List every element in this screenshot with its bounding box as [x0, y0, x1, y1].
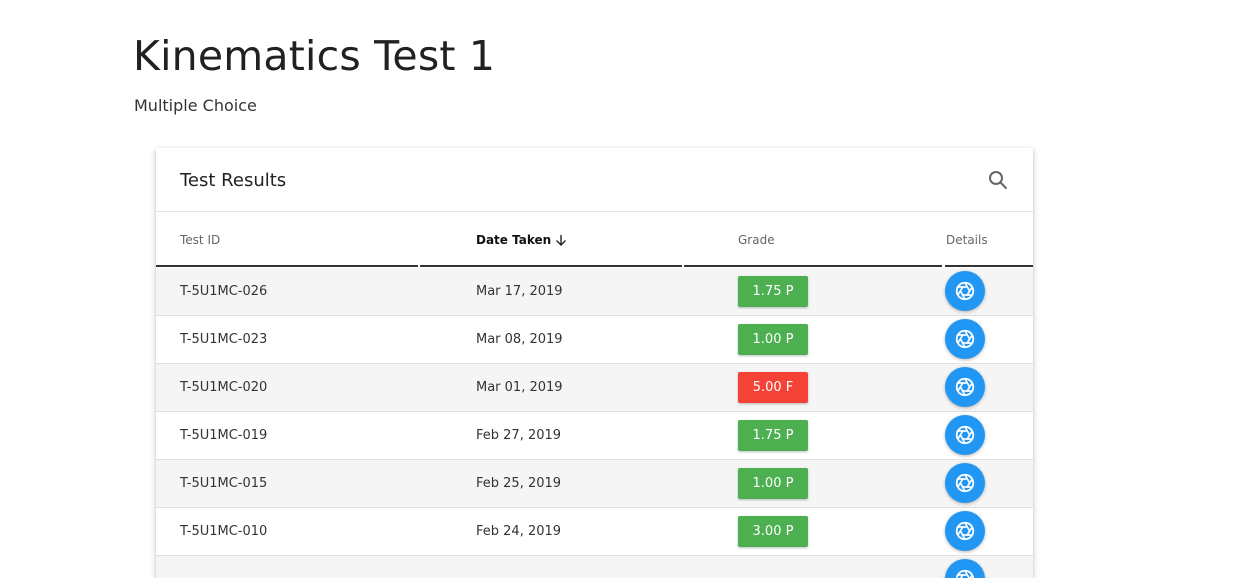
- test-results-card: Test Results Test ID Date Taken Grade De…: [156, 148, 1033, 578]
- column-divider: [945, 265, 1033, 267]
- column-divider: [420, 265, 682, 267]
- details-button[interactable]: [945, 367, 985, 407]
- date-taken-cell: Feb 25, 2019: [476, 476, 561, 492]
- page-subtitle: Multiple Choice: [134, 96, 257, 116]
- column-divider: [684, 265, 942, 267]
- aperture-icon: [954, 280, 976, 302]
- date-taken-cell: Feb 27, 2019: [476, 428, 561, 444]
- column-header-grade[interactable]: Grade: [738, 232, 775, 248]
- date-taken-cell: Mar 01, 2019: [476, 380, 563, 396]
- card-header: Test Results: [156, 148, 1033, 212]
- aperture-icon: [954, 328, 976, 350]
- column-header-label: Date Taken: [476, 233, 551, 247]
- aperture-icon: [954, 376, 976, 398]
- test-id-cell: T-5U1MC-026: [180, 284, 267, 300]
- grade-badge: 1.75 P: [738, 420, 808, 451]
- arrow-down-icon: [555, 234, 567, 246]
- aperture-icon: [954, 424, 976, 446]
- grade-badge: 3.00 P: [738, 516, 808, 547]
- search-icon: [986, 168, 1010, 192]
- details-button[interactable]: [945, 319, 985, 359]
- grade-badge: 5.00 F: [738, 372, 808, 403]
- test-id-cell: T-5U1MC-015: [180, 476, 267, 492]
- grade-badge: 1.00 P: [738, 468, 808, 499]
- grade-badge: 1.75 P: [738, 276, 808, 307]
- column-divider: [156, 265, 418, 267]
- details-button[interactable]: [945, 415, 985, 455]
- card-title: Test Results: [180, 170, 286, 192]
- details-button[interactable]: [945, 271, 985, 311]
- test-id-cell: T-5U1MC-010: [180, 524, 267, 540]
- test-id-cell: T-5U1MC-023: [180, 332, 267, 348]
- date-taken-cell: Mar 08, 2019: [476, 332, 563, 348]
- aperture-icon: [954, 568, 976, 578]
- aperture-icon: [954, 472, 976, 494]
- test-id-cell: T-5U1MC-019: [180, 428, 267, 444]
- table-row: T-5U1MC-010 Feb 24, 2019 3.00 P: [156, 508, 1033, 556]
- test-id-cell: T-5U1MC-020: [180, 380, 267, 396]
- table-row: T-5U1MC-023 Mar 08, 2019 1.00 P: [156, 316, 1033, 364]
- table-row: [156, 556, 1033, 578]
- date-taken-cell: Feb 24, 2019: [476, 524, 561, 540]
- table-header: Test ID Date Taken Grade Details: [156, 212, 1033, 267]
- table-row: T-5U1MC-015 Feb 25, 2019 1.00 P: [156, 460, 1033, 508]
- details-button[interactable]: [945, 511, 985, 551]
- table-body: T-5U1MC-026 Mar 17, 2019 1.75 P T-5U1MC-023…: [156, 268, 1033, 578]
- grade-badge: 1.00 P: [738, 324, 808, 355]
- details-button[interactable]: [945, 463, 985, 503]
- search-button[interactable]: [986, 168, 1010, 192]
- table-row: T-5U1MC-026 Mar 17, 2019 1.75 P: [156, 268, 1033, 316]
- table-row: T-5U1MC-019 Feb 27, 2019 1.75 P: [156, 412, 1033, 460]
- column-header-details[interactable]: Details: [946, 232, 988, 248]
- page-title: Kinematics Test 1: [133, 30, 495, 82]
- column-header-date-taken[interactable]: Date Taken: [476, 232, 567, 248]
- date-taken-cell: Mar 17, 2019: [476, 284, 563, 300]
- aperture-icon: [954, 520, 976, 542]
- table-row: T-5U1MC-020 Mar 01, 2019 5.00 F: [156, 364, 1033, 412]
- column-header-test-id[interactable]: Test ID: [180, 232, 220, 248]
